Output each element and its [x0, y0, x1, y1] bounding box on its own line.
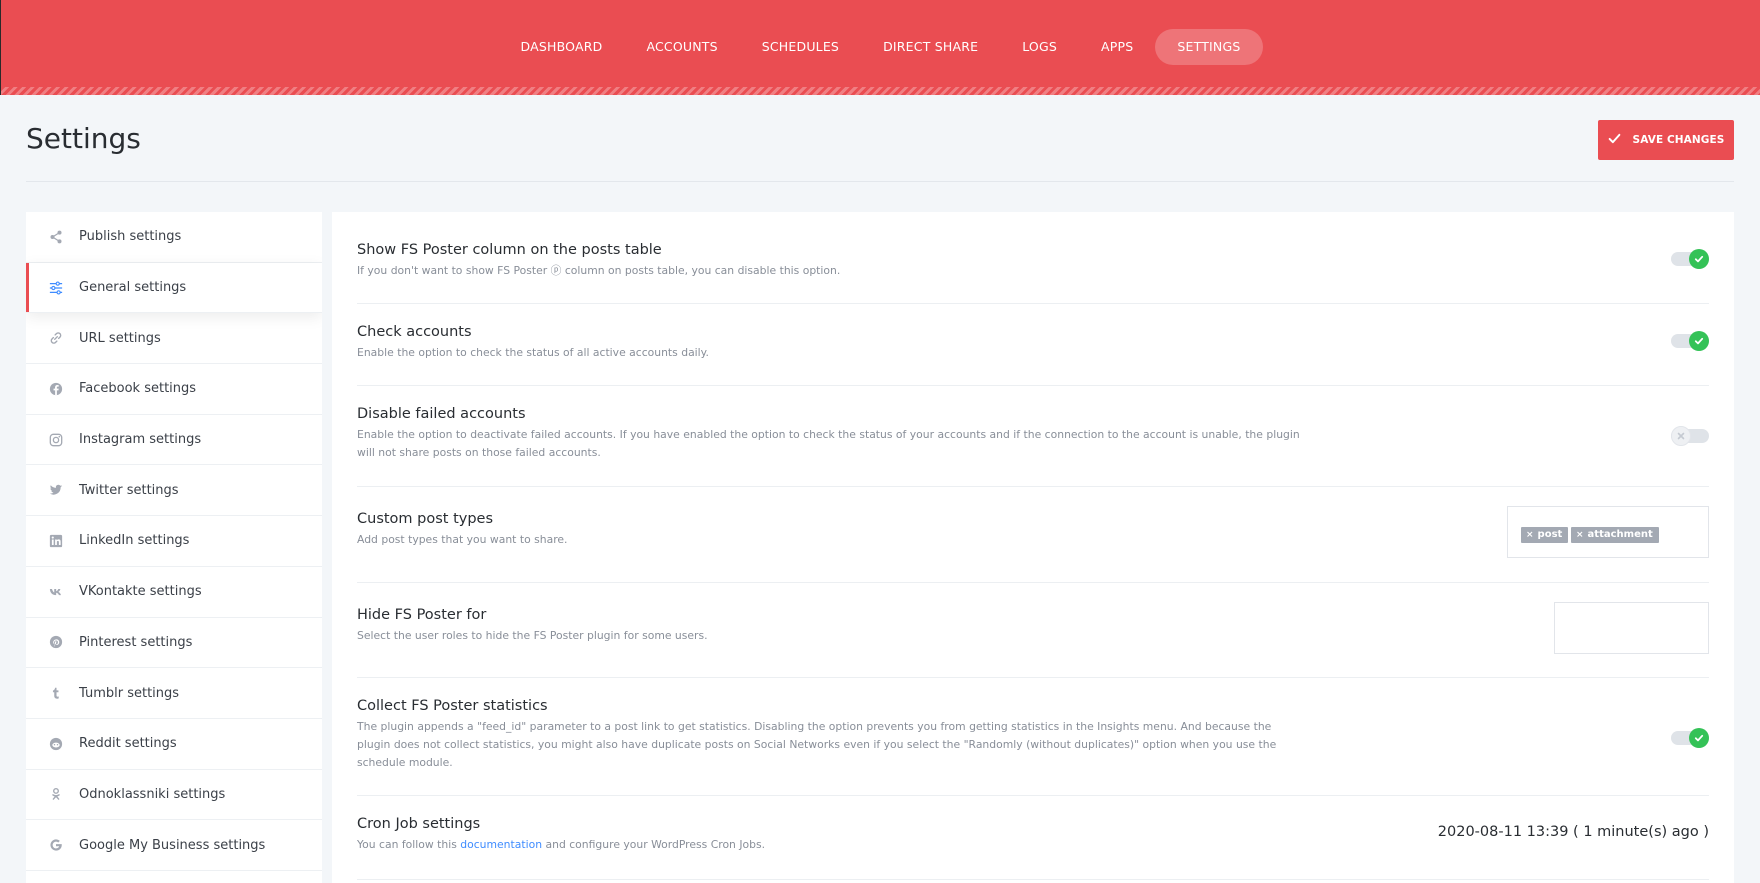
- sidebar-item-label: Pinterest settings: [79, 634, 193, 650]
- save-changes-label: SAVE CHANGES: [1632, 134, 1725, 146]
- setting-cron-job: Cron Job settings You can follow this do…: [357, 796, 1709, 880]
- share-icon: [48, 229, 64, 245]
- google-icon: [48, 837, 64, 853]
- setting-description: Enable the option to check the status of…: [357, 346, 709, 359]
- odnoklassniki-icon: [48, 786, 64, 802]
- sidebar-item-label: LinkedIn settings: [79, 533, 190, 549]
- setting-description: The plugin appends a "feed_id" parameter…: [357, 720, 1277, 769]
- sidebar-item-label: VKontakte settings: [79, 584, 202, 600]
- tag-remove-icon[interactable]: ×: [1526, 530, 1534, 540]
- tag-post[interactable]: × post: [1521, 527, 1569, 543]
- nav-accounts[interactable]: ACCOUNTS: [624, 29, 739, 65]
- general-settings-panel: Show FS Poster column on the posts table…: [332, 212, 1734, 883]
- top-nav-bar: DASHBOARD ACCOUNTS SCHEDULES DIRECT SHAR…: [0, 0, 1760, 95]
- cron-last-run: 2020-08-11 13:39 ( 1 minute(s) ago ): [1437, 824, 1709, 840]
- sidebar-item-publish[interactable]: Publish settings: [26, 212, 322, 263]
- vk-icon: [48, 584, 64, 600]
- setting-title: Show FS Poster column on the posts table: [357, 242, 662, 258]
- pinterest-icon: [48, 634, 64, 650]
- setting-title: Custom post types: [357, 511, 494, 527]
- nav-logs[interactable]: LOGS: [1000, 29, 1079, 65]
- sidebar-item-vkontakte[interactable]: VKontakte settings: [26, 567, 322, 618]
- sidebar-item-linkedin[interactable]: LinkedIn settings: [26, 516, 322, 567]
- setting-description: Enable the option to deactivate failed a…: [357, 428, 1300, 459]
- sidebar-item-label: Odnoklassniki settings: [79, 786, 226, 802]
- check-icon: [1689, 249, 1709, 269]
- setting-title: Disable failed accounts: [357, 406, 526, 422]
- sidebar-item-label: URL settings: [79, 330, 161, 346]
- page-title: Settings: [26, 122, 141, 155]
- tag-attachment[interactable]: × attachment: [1571, 527, 1659, 543]
- cron-desc-after: and configure your WordPress Cron Jobs.: [542, 838, 766, 851]
- documentation-link[interactable]: documentation: [460, 838, 542, 851]
- check-icon: [1689, 331, 1709, 351]
- setting-description: Add post types that you want to share.: [357, 533, 568, 546]
- nav-dashboard[interactable]: DASHBOARD: [499, 29, 625, 65]
- twitter-icon: [48, 482, 64, 498]
- header-divider: [26, 181, 1734, 182]
- tag-remove-icon[interactable]: ×: [1576, 530, 1584, 540]
- reddit-icon: [48, 736, 64, 752]
- check-icon: [1689, 728, 1709, 748]
- setting-description: Select the user roles to hide the FS Pos…: [357, 629, 708, 642]
- cron-desc-before: You can follow this: [357, 838, 461, 851]
- sidebar-item-pinterest[interactable]: Pinterest settings: [26, 618, 322, 669]
- sidebar-item-twitter[interactable]: Twitter settings: [26, 465, 322, 517]
- main-nav: DASHBOARD ACCOUNTS SCHEDULES DIRECT SHAR…: [1, 29, 1760, 65]
- sidebar-item-label: Publish settings: [79, 229, 182, 245]
- close-icon: [1671, 426, 1691, 446]
- sliders-icon: [48, 280, 64, 296]
- check-accounts-toggle[interactable]: [1671, 331, 1709, 351]
- nav-settings[interactable]: SETTINGS: [1155, 29, 1263, 65]
- nav-direct-share[interactable]: DIRECT SHARE: [861, 29, 1000, 65]
- show-column-toggle[interactable]: [1671, 249, 1709, 269]
- link-icon: [48, 330, 64, 346]
- setting-check-accounts: Check accounts Enable the option to chec…: [357, 304, 1709, 386]
- setting-title: Collect FS Poster statistics: [357, 698, 548, 714]
- sidebar-item-label: Reddit settings: [79, 736, 177, 752]
- save-changes-button[interactable]: SAVE CHANGES: [1598, 120, 1734, 160]
- collect-statistics-toggle[interactable]: [1671, 728, 1709, 748]
- sidebar-item-odnoklassniki[interactable]: Odnoklassniki settings: [26, 770, 322, 821]
- sidebar-item-label: Twitter settings: [79, 482, 179, 498]
- sidebar-item-tumblr[interactable]: Tumblr settings: [26, 668, 322, 719]
- sidebar-item-instagram[interactable]: Instagram settings: [26, 415, 322, 466]
- setting-disable-failed-accounts: Disable failed accounts Enable the optio…: [357, 386, 1709, 487]
- tag-label: post: [1537, 529, 1563, 540]
- sidebar-item-label: Tumblr settings: [79, 685, 180, 701]
- setting-show-column: Show FS Poster column on the posts table…: [357, 212, 1709, 304]
- setting-description: You can follow this documentation and co…: [357, 836, 1307, 854]
- setting-custom-post-types: Custom post types Add post types that yo…: [357, 487, 1709, 583]
- settings-sidebar: Publish settings General settings URL se…: [26, 212, 322, 883]
- sidebar-item-reddit[interactable]: Reddit settings: [26, 719, 322, 770]
- facebook-icon: [48, 381, 64, 397]
- check-icon: [1608, 132, 1621, 148]
- nav-apps[interactable]: APPS: [1079, 29, 1155, 65]
- nav-schedules[interactable]: SCHEDULES: [740, 29, 861, 65]
- sidebar-item-label: General settings: [79, 280, 187, 296]
- sidebar-item-url[interactable]: URL settings: [26, 313, 322, 365]
- setting-hide-fs-poster-for: Hide FS Poster for Select the user roles…: [357, 583, 1709, 678]
- setting-collect-statistics: Collect FS Poster statistics The plugin …: [357, 678, 1709, 796]
- setting-title: Check accounts: [357, 324, 472, 340]
- sidebar-item-label: Facebook settings: [79, 381, 197, 397]
- setting-title: Hide FS Poster for: [357, 607, 487, 623]
- tumblr-icon: [48, 685, 64, 701]
- hide-for-roles-select[interactable]: [1554, 602, 1709, 654]
- sidebar-item-label: Google My Business settings: [79, 837, 266, 853]
- sidebar-item-google-my-business[interactable]: Google My Business settings: [26, 820, 322, 871]
- sidebar-item-label: Instagram settings: [79, 432, 202, 448]
- sidebar-item-general[interactable]: General settings: [26, 262, 322, 314]
- setting-description: If you don't want to show FS Poster ⓟ co…: [357, 264, 841, 277]
- linkedin-icon: [48, 533, 64, 549]
- instagram-icon: [48, 432, 64, 448]
- custom-post-types-select[interactable]: × post × attachment: [1507, 506, 1709, 558]
- tag-label: attachment: [1587, 529, 1653, 540]
- disable-failed-accounts-toggle[interactable]: [1671, 426, 1709, 446]
- sidebar-item-facebook[interactable]: Facebook settings: [26, 364, 322, 415]
- setting-title: Cron Job settings: [357, 816, 481, 832]
